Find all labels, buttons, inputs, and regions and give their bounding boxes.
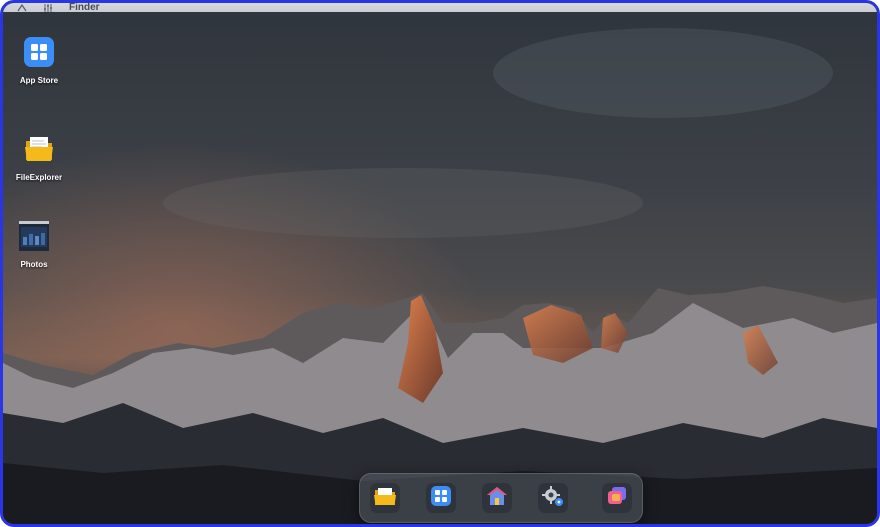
desktop-icon-label: Photos — [20, 260, 48, 269]
settings-icon — [542, 485, 564, 512]
dock-item-windows[interactable] — [602, 483, 632, 513]
home-icon — [486, 486, 508, 511]
menu-bar: Finder — [3, 3, 877, 12]
triangle-logo-icon[interactable] — [17, 3, 27, 12]
dock-item-home[interactable] — [482, 483, 512, 513]
desktop-icon-photos[interactable]: Photos — [3, 219, 69, 269]
dock — [359, 473, 643, 523]
dock-item-app-store[interactable] — [426, 483, 456, 513]
desktop-icon-label: App Store — [19, 76, 59, 85]
sliders-icon[interactable] — [43, 3, 53, 12]
desktop-screen: Finder App Store FileExplorer Photos — [0, 0, 880, 527]
photos-icon — [17, 219, 51, 253]
windows-icon — [606, 486, 628, 511]
dock-item-settings[interactable] — [538, 483, 568, 513]
menu-app-name[interactable]: Finder — [69, 3, 100, 12]
desktop-icon-app-store[interactable]: App Store — [4, 35, 74, 85]
wallpaper — [3, 3, 877, 524]
desktop-icon-label: FileExplorer — [15, 173, 63, 182]
desktop-icon-file-explorer[interactable]: FileExplorer — [4, 132, 74, 182]
folder-icon — [374, 486, 396, 511]
dock-item-file-explorer[interactable] — [370, 483, 400, 513]
app-store-icon — [431, 485, 451, 511]
app-store-icon — [22, 35, 56, 69]
folder-icon — [22, 132, 56, 166]
